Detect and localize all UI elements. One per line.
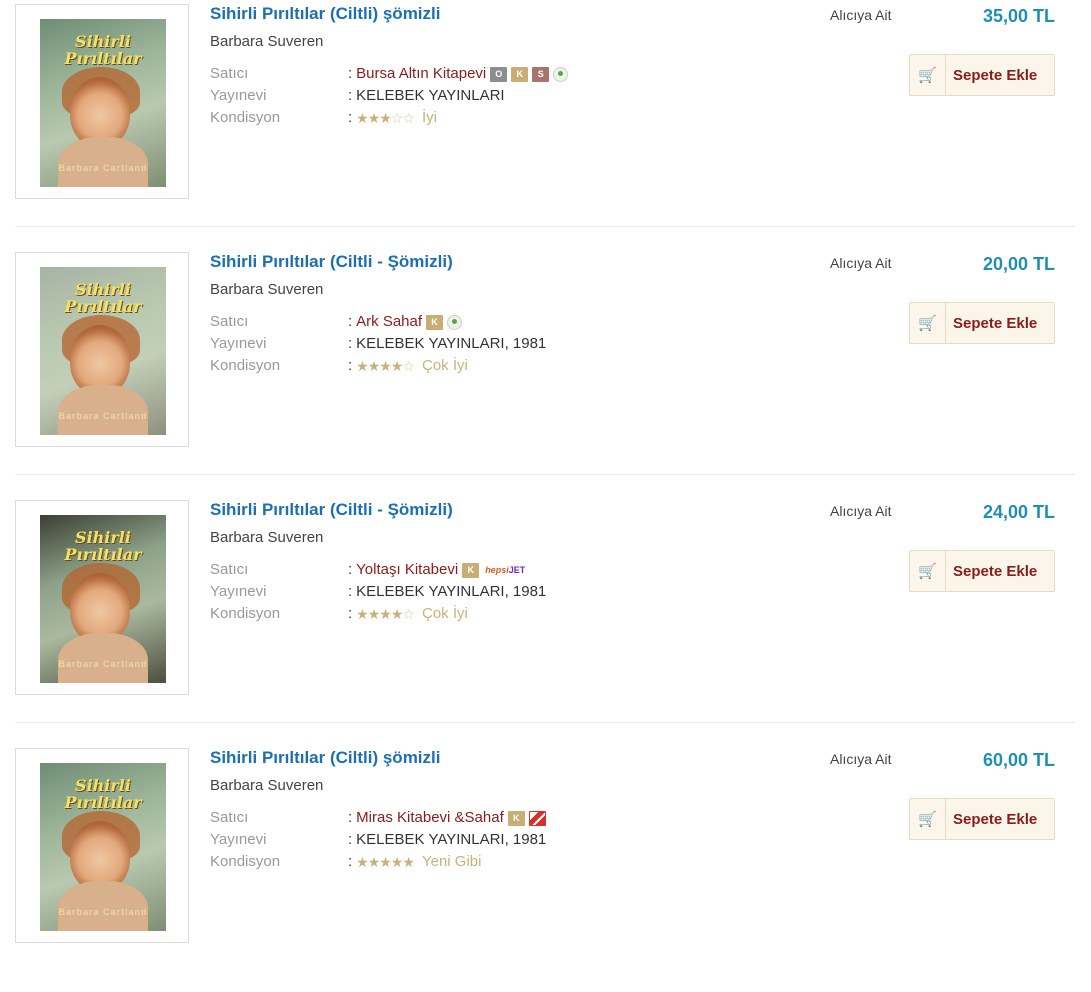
product-title-link[interactable]: Sihirli Pırıltılar (Ciltli - Şömizli) <box>210 500 453 520</box>
shipping-info: Alıcıya Ait <box>830 7 892 23</box>
add-to-cart-label: Sepete Ekle <box>953 314 1038 332</box>
seller-label: Satıcı <box>210 313 249 330</box>
cart-icon: 🛒 <box>910 550 946 592</box>
divider <box>15 722 1075 723</box>
product-list: Sihirli Pırıltılar Barbara Cartland Sihi… <box>0 0 1091 943</box>
book-cover-image: Sihirli Pırıltılar Barbara Cartland <box>40 515 166 683</box>
author-name: Barbara Suveren <box>210 281 324 298</box>
condition-label: Kondisyon <box>210 853 281 870</box>
divider <box>15 226 1075 227</box>
seller-link[interactable]: Yoltaşı Kitabevi <box>356 560 458 580</box>
location-icon <box>553 66 569 82</box>
product-thumbnail[interactable]: Sihirli Pırıltılar Barbara Cartland <box>15 4 189 199</box>
seller-label: Satıcı <box>210 65 249 82</box>
add-to-cart-button[interactable]: 🛒 Sepete Ekle <box>909 54 1055 96</box>
condition-label: Kondisyon <box>210 357 281 374</box>
condition-value: Çok İyi <box>421 605 468 622</box>
publisher-label: Yayınevi <box>210 87 267 104</box>
shipping-info: Alıcıya Ait <box>830 255 892 271</box>
product-title-link[interactable]: Sihirli Pırıltılar (Ciltli) şömizli <box>210 748 440 768</box>
add-to-cart-label: Sepete Ekle <box>953 810 1038 828</box>
seller-link[interactable]: Miras Kitabevi &Sahaf <box>356 808 504 828</box>
book-cover-image: Sihirli Pırıltılar Barbara Cartland <box>40 267 166 435</box>
cart-icon: 🛒 <box>910 54 946 96</box>
cargo-logo-icon <box>528 810 546 826</box>
publisher-label: Yayınevi <box>210 335 267 352</box>
k-badge-icon: K <box>507 810 525 826</box>
rating-stars-icon: ★★★★☆ <box>356 358 415 374</box>
rating-stars-icon: ★★★★☆ <box>356 606 415 622</box>
list-item: Sihirli Pırıltılar Barbara Cartland Sihi… <box>0 0 1078 248</box>
add-to-cart-button[interactable]: 🛒 Sepete Ekle <box>909 798 1055 840</box>
list-item: Sihirli Pırıltılar Barbara Cartland Sihi… <box>0 496 1078 744</box>
hepsijet-logo-icon: hepsiJET <box>485 565 526 575</box>
list-item: Sihirli Pırıltılar Barbara Cartland Sihi… <box>0 248 1078 496</box>
rating-stars-icon: ★★★☆☆ <box>356 110 415 126</box>
seller-badge-icon: O <box>490 66 508 82</box>
product-title-link[interactable]: Sihirli Pırıltılar (Ciltli) şömizli <box>210 4 440 24</box>
shipping-info: Alıcıya Ait <box>830 751 892 767</box>
product-thumbnail[interactable]: Sihirli Pırıltılar Barbara Cartland <box>15 252 189 447</box>
book-cover-image: Sihirli Pırıltılar Barbara Cartland <box>40 763 166 931</box>
publisher-value: KELEBEK YAYINLARI <box>356 87 505 104</box>
divider <box>15 474 1075 475</box>
list-item: Sihirli Pırıltılar Barbara Cartland Sihi… <box>0 744 1078 992</box>
product-title-link[interactable]: Sihirli Pırıltılar (Ciltli - Şömizli) <box>210 252 453 272</box>
add-to-cart-label: Sepete Ekle <box>953 66 1038 84</box>
rating-stars-icon: ★★★★★ <box>356 854 415 870</box>
add-to-cart-button[interactable]: 🛒 Sepete Ekle <box>909 550 1055 592</box>
add-to-cart-label: Sepete Ekle <box>953 562 1038 580</box>
cart-icon: 🛒 <box>910 798 946 840</box>
condition-label: Kondisyon <box>210 109 281 126</box>
k-badge-icon: K <box>511 66 529 82</box>
seller-link[interactable]: Ark Sahaf <box>356 312 422 332</box>
publisher-label: Yayınevi <box>210 583 267 600</box>
price: 24,00 TL <box>982 502 1055 522</box>
publisher-value: KELEBEK YAYINLARI, 1981 <box>356 335 547 352</box>
publisher-value: KELEBEK YAYINLARI, 1981 <box>356 583 547 600</box>
s-badge-icon: S <box>532 66 550 82</box>
condition-value: Yeni Gibi <box>421 853 482 870</box>
publisher-value: KELEBEK YAYINLARI, 1981 <box>356 831 547 848</box>
condition-value: İyi <box>421 109 437 126</box>
price: 35,00 TL <box>982 6 1055 26</box>
add-to-cart-button[interactable]: 🛒 Sepete Ekle <box>909 302 1055 344</box>
publisher-label: Yayınevi <box>210 831 267 848</box>
price: 20,00 TL <box>982 254 1055 274</box>
condition-value: Çok İyi <box>421 357 468 374</box>
product-thumbnail[interactable]: Sihirli Pırıltılar Barbara Cartland <box>15 748 189 943</box>
price: 60,00 TL <box>982 750 1055 770</box>
author-name: Barbara Suveren <box>210 529 324 546</box>
seller-link[interactable]: Bursa Altın Kitapevi <box>356 64 486 84</box>
seller-label: Satıcı <box>210 561 249 578</box>
cart-icon: 🛒 <box>910 302 946 344</box>
product-thumbnail[interactable]: Sihirli Pırıltılar Barbara Cartland <box>15 500 189 695</box>
author-name: Barbara Suveren <box>210 777 324 794</box>
condition-label: Kondisyon <box>210 605 281 622</box>
book-cover-image: Sihirli Pırıltılar Barbara Cartland <box>40 19 166 187</box>
k-badge-icon: K <box>426 314 444 330</box>
shipping-info: Alıcıya Ait <box>830 503 892 519</box>
location-icon <box>447 314 463 330</box>
seller-label: Satıcı <box>210 809 249 826</box>
k-badge-icon: K <box>462 562 480 578</box>
author-name: Barbara Suveren <box>210 33 324 50</box>
